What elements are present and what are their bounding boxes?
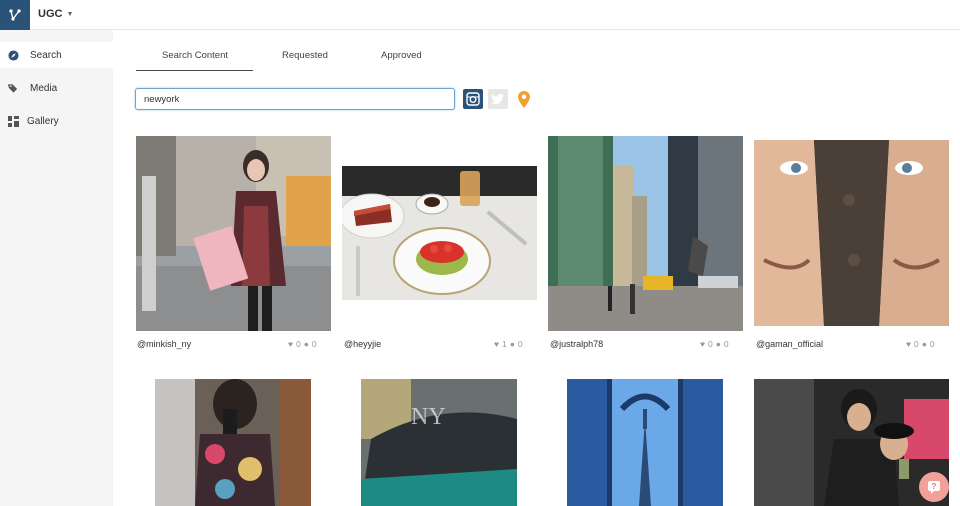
workspace-switcher[interactable]: UGC ▼ [38, 8, 73, 20]
like-count: 1 [502, 339, 507, 349]
instagram-icon[interactable] [463, 89, 483, 109]
comment-icon: ● [303, 339, 309, 349]
like-count: 0 [296, 339, 301, 349]
sidebar-item-gallery[interactable]: Gallery [0, 108, 113, 134]
active-tab-indicator [136, 70, 253, 71]
sidebar-item-label: Gallery [27, 115, 59, 127]
help-chat-button[interactable]: ? [919, 472, 949, 502]
media-thumbnail[interactable] [136, 136, 331, 331]
media-thumbnail[interactable] [567, 379, 723, 506]
sidebar-item-search[interactable]: Search [0, 42, 113, 68]
compass-icon [8, 49, 19, 61]
app-logo-icon[interactable] [0, 0, 30, 30]
workspace-name: UGC [38, 8, 63, 20]
post-stats: ♥ 0 ● 0 [700, 339, 729, 349]
tab-search-content[interactable]: Search Content [162, 50, 228, 61]
location-pin-icon[interactable] [514, 89, 534, 109]
post-username[interactable]: @justralph78 [550, 339, 603, 349]
media-thumbnail[interactable] [155, 379, 311, 506]
post-username[interactable]: @gaman_official [756, 339, 823, 349]
media-thumbnail[interactable]: NY [361, 379, 517, 506]
heart-icon: ♥ [700, 339, 706, 349]
like-count: 0 [708, 339, 713, 349]
comment-count: 0 [723, 339, 729, 349]
post-stats: ♥ 1 ● 0 [494, 339, 523, 349]
comment-icon: ● [509, 339, 515, 349]
top-bar: UGC ▼ [0, 0, 960, 30]
sidebar-item-media[interactable]: Media [0, 75, 113, 101]
search-input[interactable] [135, 88, 455, 110]
comment-count: 0 [929, 339, 935, 349]
svg-text:?: ? [932, 482, 937, 491]
post-stats: ♥ 0 ● 0 [906, 339, 935, 349]
sidebar-item-label: Search [30, 49, 62, 61]
tab-requested[interactable]: Requested [282, 50, 328, 61]
comment-count: 0 [311, 339, 317, 349]
tag-icon [8, 83, 19, 94]
post-stats: ♥ 0 ● 0 [288, 339, 317, 349]
grid-icon [8, 115, 19, 127]
twitter-icon[interactable] [488, 89, 508, 109]
sidebar: Search Media Gallery [0, 30, 113, 506]
svg-text:NY: NY [411, 404, 446, 430]
sidebar-item-label: Media [30, 82, 58, 94]
media-thumbnail[interactable] [342, 166, 537, 300]
like-count: 0 [914, 339, 919, 349]
heart-icon: ♥ [494, 339, 500, 349]
comment-count: 0 [517, 339, 523, 349]
chevron-down-icon: ▼ [66, 10, 74, 18]
heart-icon: ♥ [288, 339, 294, 349]
heart-icon: ♥ [906, 339, 912, 349]
comment-icon: ● [715, 339, 721, 349]
post-username[interactable]: @heyyjie [344, 339, 381, 349]
tab-approved[interactable]: Approved [381, 50, 422, 61]
media-thumbnail[interactable] [548, 136, 743, 331]
media-thumbnail[interactable] [754, 140, 949, 326]
comment-icon: ● [921, 339, 927, 349]
post-username[interactable]: @minkish_ny [137, 339, 191, 349]
